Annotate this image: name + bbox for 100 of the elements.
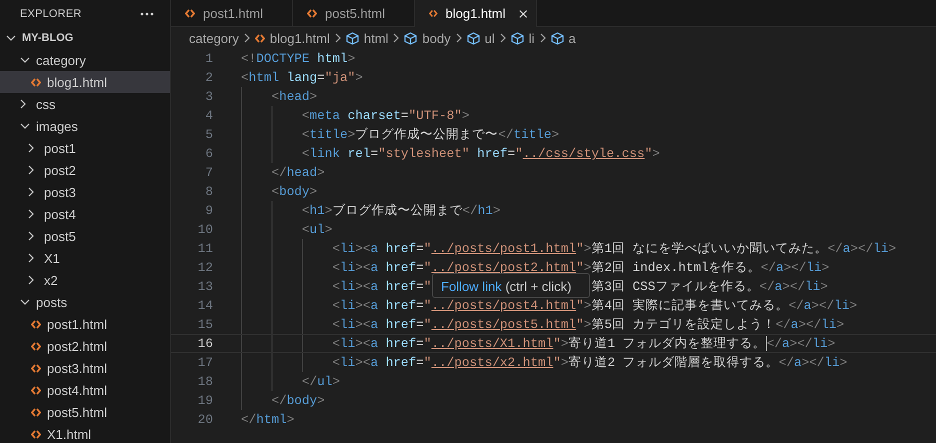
breadcrumb-item[interactable]: ul bbox=[466, 30, 495, 46]
chevron-right-icon bbox=[334, 33, 341, 43]
follow-link[interactable]: Follow link bbox=[441, 279, 502, 294]
workspace-header[interactable]: MY-BLOG bbox=[0, 27, 170, 49]
code-line: <li><a href="../posts/post1.html">第1回 なにを学べばいいか聞いてみた。</a></li> bbox=[241, 239, 896, 258]
line-number: 10 bbox=[196, 221, 213, 239]
line-number: 1 bbox=[204, 50, 213, 68]
chevron-right-icon bbox=[244, 33, 250, 43]
chevron-right-icon bbox=[28, 187, 34, 197]
code-line: </body> bbox=[241, 391, 325, 410]
folder-item[interactable]: posts bbox=[0, 291, 170, 313]
code-line: <!DOCTYPE html> bbox=[241, 49, 356, 68]
breadcrumb-item[interactable]: category bbox=[189, 30, 239, 46]
html-file-icon bbox=[31, 364, 41, 372]
line-number: 9 bbox=[204, 202, 213, 220]
chevron-right-icon bbox=[393, 33, 400, 43]
chevron-right-icon bbox=[28, 143, 34, 153]
file-item[interactable]: post4.html bbox=[0, 379, 170, 401]
cube-icon bbox=[346, 32, 359, 44]
chevron-down-icon bbox=[20, 57, 30, 63]
file-item[interactable]: post3.html bbox=[0, 357, 170, 379]
code-line: <html lang="ja"> bbox=[241, 68, 363, 87]
file-item[interactable]: X1.html bbox=[0, 423, 170, 443]
line-number: 11 bbox=[196, 240, 213, 258]
html-file-icon bbox=[31, 430, 41, 438]
html-file-icon bbox=[31, 408, 41, 416]
folder-item[interactable]: post3 bbox=[0, 181, 170, 203]
file-item[interactable]: post1.html bbox=[0, 313, 170, 335]
code-line: <h1>ブログ作成〜公開まで</h1> bbox=[241, 201, 500, 220]
folder-item[interactable]: category bbox=[0, 49, 170, 71]
chevron-right-icon bbox=[28, 209, 34, 219]
breadcrumb-item[interactable]: body bbox=[404, 30, 451, 46]
line-number: 14 bbox=[196, 297, 213, 315]
folder-item[interactable]: post1 bbox=[0, 137, 170, 159]
line-number: 20 bbox=[196, 411, 213, 429]
line-number: 16 bbox=[196, 335, 213, 352]
more-icon[interactable] bbox=[140, 12, 154, 16]
file-item[interactable]: post2.html bbox=[0, 335, 170, 357]
folder-item[interactable]: x2 bbox=[0, 269, 170, 291]
code-line: <li><a href="../posts/post2.html">第2回 index.htmlを作る。</a></li> bbox=[241, 258, 830, 277]
editor-tab[interactable]: post1.html bbox=[171, 0, 293, 26]
html-file-icon bbox=[254, 34, 265, 42]
code-line: <link rel="stylesheet" href="../css/style.css"> bbox=[241, 144, 660, 163]
breadcrumb-item[interactable]: html bbox=[346, 30, 388, 46]
html-file-icon bbox=[31, 386, 41, 394]
editor-tab[interactable]: blog1.html bbox=[415, 0, 537, 27]
code-line: <title>ブログ作成〜公開まで〜</title> bbox=[241, 125, 560, 144]
html-file-icon bbox=[307, 8, 317, 18]
code-line: <li><a href="../posts/X1.html">寄り道1 フォルダ内を整理する。</a></li> bbox=[241, 335, 836, 352]
code-line: <ul> bbox=[241, 220, 332, 239]
chevron-right-icon bbox=[28, 253, 34, 263]
code-line: <li><a href="../posts/x2.html">寄り道2 フォルダ階層を取得する。</a></li> bbox=[241, 353, 848, 372]
folder-item[interactable]: images bbox=[0, 115, 170, 137]
close-icon[interactable] bbox=[519, 8, 528, 18]
chevron-right-icon bbox=[500, 33, 506, 43]
chevron-right-icon bbox=[28, 275, 34, 285]
html-file-icon bbox=[31, 320, 41, 328]
chevron-down-icon bbox=[6, 35, 16, 41]
code-line: </head> bbox=[241, 163, 325, 182]
cube-icon bbox=[404, 32, 418, 44]
tooltip-hint: (ctrl + click) bbox=[505, 279, 572, 294]
folder-item[interactable]: post5 bbox=[0, 225, 170, 247]
cube-icon bbox=[510, 32, 524, 44]
code-line: </ul> bbox=[241, 372, 340, 391]
code-line: <li><a href="../posts/post4.html">第4回 実際に記事を書いてみる。</a></li> bbox=[241, 296, 858, 315]
breadcrumb-item[interactable]: li bbox=[510, 30, 535, 46]
code-line: </html> bbox=[241, 410, 294, 429]
folder-item[interactable]: post4 bbox=[0, 203, 170, 225]
html-file-icon bbox=[185, 8, 195, 18]
line-number: 3 bbox=[204, 88, 213, 106]
html-file-icon bbox=[31, 342, 41, 350]
cube-icon bbox=[550, 32, 564, 44]
line-number: 2 bbox=[204, 69, 213, 87]
folder-item[interactable]: X1 bbox=[0, 247, 170, 269]
line-number: 19 bbox=[196, 392, 213, 410]
chevron-right-icon bbox=[28, 165, 34, 175]
breadcrumb-item[interactable]: a bbox=[550, 30, 576, 46]
folder-item[interactable]: post2 bbox=[0, 159, 170, 181]
code-line: <meta charset="UTF-8"> bbox=[241, 106, 470, 125]
code-line: <head> bbox=[241, 87, 318, 106]
breadcrumb-item[interactable]: blog1.html bbox=[254, 30, 330, 46]
chevron-right-icon bbox=[540, 33, 546, 43]
file-item[interactable]: blog1.html bbox=[0, 71, 170, 93]
html-file-icon bbox=[31, 78, 41, 86]
chevron-down-icon bbox=[20, 123, 30, 129]
line-number: 5 bbox=[204, 126, 213, 144]
code-line: <body> bbox=[241, 182, 318, 201]
line-number: 13 bbox=[196, 278, 213, 296]
line-number: 15 bbox=[196, 316, 213, 334]
explorer-title: EXPLORER bbox=[20, 8, 82, 20]
cube-icon bbox=[466, 32, 480, 44]
chevron-right-icon bbox=[28, 231, 34, 241]
code-line: <li><a href="../posts/post5.html">第5回 カテゴリを設定しよう！</a></li> bbox=[241, 315, 844, 334]
line-number: 6 bbox=[204, 145, 213, 163]
folder-item[interactable]: css bbox=[0, 93, 170, 115]
html-file-icon bbox=[429, 9, 438, 18]
line-number: 4 bbox=[204, 107, 213, 125]
chevron-right-icon bbox=[456, 33, 462, 43]
chevron-down-icon bbox=[20, 299, 30, 305]
file-item[interactable]: post5.html bbox=[0, 401, 170, 423]
